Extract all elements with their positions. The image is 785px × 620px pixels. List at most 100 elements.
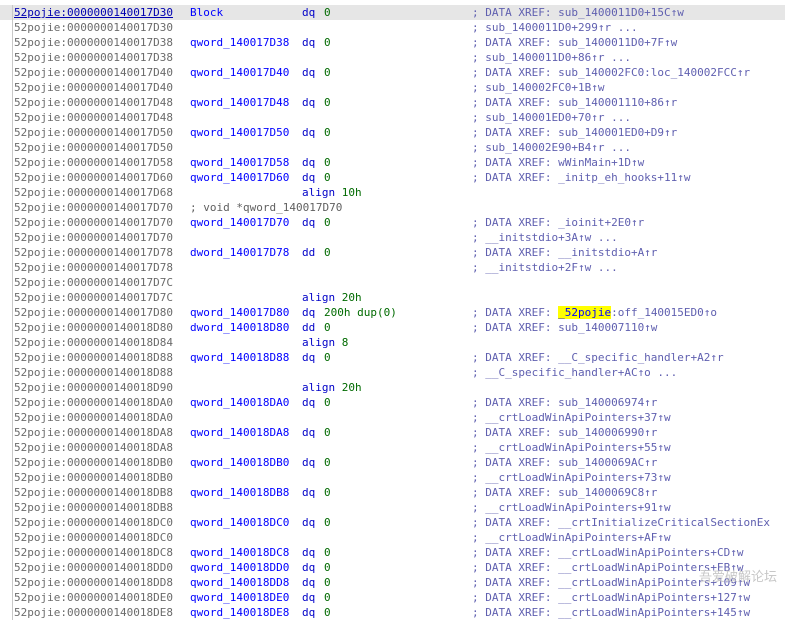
address-label[interactable]: 52pojie:0000000140018DA8 [14,440,173,455]
xref-comment[interactable]: ; __C_specific_handler+AC↑o ... [472,365,677,380]
address-label[interactable]: 52pojie:0000000140017D30 [14,5,173,20]
xref-comment[interactable]: ; __crtLoadWinApiPointers+91↑w [472,500,671,515]
address-label[interactable]: 52pojie:0000000140018DA0 [14,395,173,410]
xref-comment[interactable]: ; DATA XREF: _ioinit+2E0↑r [472,215,644,230]
address-label[interactable]: 52pojie:0000000140017D40 [14,80,173,95]
listing-row[interactable]: 52pojie:0000000140017D80 qword_140017D80 d… [0,305,785,320]
address-label[interactable]: 52pojie:0000000140018DB0 [14,455,173,470]
listing-row[interactable]: 52pojie:0000000140017D48 qword_140017D48 d… [0,95,785,110]
symbol-name[interactable]: qword_140018DB8 [190,485,289,500]
listing-row[interactable]: 52pojie:0000000140017D68 align 10h [0,185,785,200]
listing-row[interactable]: 52pojie:0000000140017D40 ; sub_140002FC0+… [0,80,785,95]
address-label[interactable]: 52pojie:0000000140018DC8 [14,545,173,560]
listing-row[interactable]: 52pojie:0000000140018DC0 ; __crtLoadWinAp… [0,530,785,545]
symbol-name[interactable]: Block [190,5,223,20]
listing-row[interactable]: 52pojie:0000000140018DB8 ; __crtLoadWinAp… [0,500,785,515]
listing-row[interactable]: 52pojie:0000000140018DB0 ; __crtLoadWinAp… [0,470,785,485]
symbol-name[interactable]: qword_140018DE0 [190,590,289,605]
listing-row[interactable]: 52pojie:0000000140018D90 align 20h [0,380,785,395]
xref-comment[interactable]: ; DATA XREF: sub_140007110↑w [472,320,657,335]
xref-comment[interactable]: ; DATA XREF: wWinMain+1D↑w [472,155,644,170]
address-label[interactable]: 52pojie:0000000140018D88 [14,365,173,380]
address-label[interactable]: 52pojie:0000000140018DA8 [14,425,173,440]
symbol-name[interactable]: qword_140018DD0 [190,560,289,575]
listing-row[interactable]: 52pojie:0000000140017D60 qword_140017D60 d… [0,170,785,185]
xref-comment[interactable]: ; DATA XREF: __C_specific_handler+A2↑r [472,350,724,365]
address-label[interactable]: 52pojie:0000000140018DA0 [14,410,173,425]
listing-row[interactable]: 52pojie:0000000140017D58 qword_140017D58 d… [0,155,785,170]
listing-row[interactable]: 52pojie:0000000140018DA8 ; __crtLoadWinAp… [0,440,785,455]
symbol-name[interactable]: qword_140017D48 [190,95,289,110]
xref-comment[interactable]: ; DATA XREF: sub_140001110+86↑r [472,95,677,110]
xref-comment[interactable]: ; DATA XREF: sub_140002FC0:loc_140002FCC… [472,65,750,80]
address-label[interactable]: 52pojie:0000000140017D70 [14,215,173,230]
listing-row[interactable]: 52pojie:0000000140017D70 ; void *qword_14… [0,200,785,215]
listing-row[interactable]: 52pojie:0000000140017D78 dword_140017D78 d… [0,245,785,260]
address-label[interactable]: 52pojie:0000000140017D50 [14,125,173,140]
listing-row[interactable]: 52pojie:0000000140018DC0 qword_140018DC0 d… [0,515,785,530]
highlighted-symbol[interactable]: _52pojie [558,306,612,319]
address-label[interactable]: 52pojie:0000000140018D90 [14,380,173,395]
listing-row[interactable]: 52pojie:0000000140017D7C align 20h [0,290,785,305]
address-label[interactable]: 52pojie:0000000140017D7C [14,275,173,290]
address-label[interactable]: 52pojie:0000000140017D48 [14,95,173,110]
xref-comment[interactable]: ; DATA XREF: sub_1400069C8↑r [472,485,657,500]
symbol-name[interactable]: qword_140018D88 [190,350,289,365]
xref-comment[interactable]: ; sub_140002E90+B4↑r ... [472,140,631,155]
listing-row[interactable]: 52pojie:0000000140018DA0 qword_140018DA0 d… [0,395,785,410]
address-label[interactable]: 52pojie:0000000140017D70 [14,200,173,215]
disassembly-view[interactable]: 52pojie:0000000140017D30 Block dq 0 ; DATA X… [0,0,785,620]
address-label[interactable]: 52pojie:0000000140017D58 [14,155,173,170]
xref-comment[interactable]: ; __crtLoadWinApiPointers+55↑w [472,440,671,455]
symbol-name[interactable]: dword_140017D78 [190,245,289,260]
listing-row[interactable]: 52pojie:0000000140018DA8 qword_140018DA8 d… [0,425,785,440]
xref-comment[interactable]: ; __initstdio+3A↑w ... [472,230,618,245]
listing-row[interactable]: 52pojie:0000000140017D70 qword_140017D70 d… [0,215,785,230]
xref-comment[interactable]: ; DATA XREF: sub_140006990↑r [472,425,657,440]
xref-comment[interactable]: ; __initstdio+2F↑w ... [472,260,618,275]
symbol-name[interactable]: qword_140018DC0 [190,515,289,530]
symbol-name[interactable]: qword_140018DA0 [190,395,289,410]
symbol-name[interactable]: qword_140018DC8 [190,545,289,560]
listing-row[interactable]: 52pojie:0000000140018D84 align 8 [0,335,785,350]
address-label[interactable]: 52pojie:0000000140017D70 [14,230,173,245]
xref-comment[interactable]: ; sub_1400011D0+299↑r ... [472,20,638,35]
address-label[interactable]: 52pojie:0000000140017D80 [14,305,173,320]
listing-row[interactable]: 52pojie:0000000140017D30 ; sub_1400011D0+… [0,20,785,35]
listing-row[interactable]: 52pojie:0000000140017D30 Block dq 0 ; DATA X… [0,5,785,20]
address-label[interactable]: 52pojie:0000000140018DE0 [14,590,173,605]
xref-comment[interactable]: ; DATA XREF: _52pojie:off_140015ED0↑o [472,305,717,320]
address-label[interactable]: 52pojie:0000000140018DE8 [14,605,173,620]
address-label[interactable]: 52pojie:0000000140018DB0 [14,470,173,485]
address-label[interactable]: 52pojie:0000000140017D78 [14,260,173,275]
address-label[interactable]: 52pojie:0000000140018D84 [14,335,173,350]
xref-comment[interactable]: ; sub_1400011D0+86↑r ... [472,50,631,65]
address-label[interactable]: 52pojie:0000000140018D80 [14,320,173,335]
address-label[interactable]: 52pojie:0000000140018DB8 [14,485,173,500]
symbol-name[interactable]: qword_140017D50 [190,125,289,140]
listing-row[interactable]: 52pojie:0000000140018DD8 qword_140018DD8 d… [0,575,785,590]
listing-row[interactable]: 52pojie:0000000140017D78 ; __initstdio+2F… [0,260,785,275]
xref-comment[interactable]: ; DATA XREF: __crtLoadWinApiPointers+145… [472,605,750,620]
listing-row[interactable]: 52pojie:0000000140017D50 ; sub_140002E90+… [0,140,785,155]
listing-row[interactable]: 52pojie:0000000140018D88 ; __C_specific_h… [0,365,785,380]
address-label[interactable]: 52pojie:0000000140017D40 [14,65,173,80]
address-label[interactable]: 52pojie:0000000140018DD8 [14,575,173,590]
listing-row[interactable]: 52pojie:0000000140017D48 ; sub_140001ED0+… [0,110,785,125]
listing-row[interactable]: 52pojie:0000000140018DD0 qword_140018DD0 d… [0,560,785,575]
xref-comment[interactable]: ; DATA XREF: sub_1400069AC↑r [472,455,657,470]
address-label[interactable]: 52pojie:0000000140017D78 [14,245,173,260]
address-label[interactable]: 52pojie:0000000140017D50 [14,140,173,155]
listing-row[interactable]: 52pojie:0000000140018DB0 qword_140018DB0 d… [0,455,785,470]
symbol-name[interactable]: qword_140017D58 [190,155,289,170]
symbol-name[interactable]: qword_140018DB0 [190,455,289,470]
listing-row[interactable]: 52pojie:0000000140017D50 qword_140017D50 d… [0,125,785,140]
address-label[interactable]: 52pojie:0000000140018DC0 [14,530,173,545]
xref-comment[interactable]: ; DATA XREF: __crtLoadWinApiPointers+CD↑… [472,545,744,560]
listing-row[interactable]: 52pojie:0000000140017D7C [0,275,785,290]
xref-comment[interactable]: ; DATA XREF: _initp_eh_hooks+11↑w [472,170,691,185]
xref-comment[interactable]: ; sub_140001ED0+70↑r ... [472,110,631,125]
symbol-name[interactable]: qword_140017D60 [190,170,289,185]
listing-row[interactable]: 52pojie:0000000140017D38 ; sub_1400011D0+… [0,50,785,65]
address-label[interactable]: 52pojie:0000000140017D7C [14,290,173,305]
